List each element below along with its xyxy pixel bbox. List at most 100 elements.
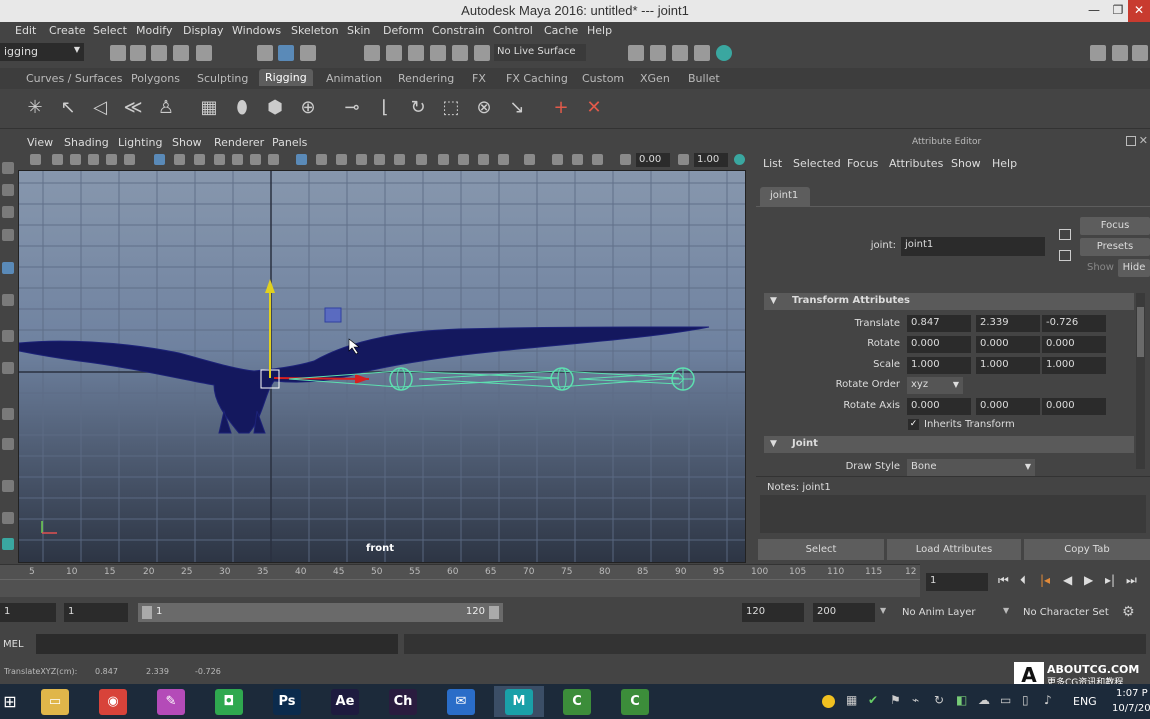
orient-constraint-icon[interactable]: ↻ <box>407 97 429 119</box>
play-forwards-icon[interactable]: ▶ <box>1084 573 1093 587</box>
tab-custom[interactable]: Custom <box>582 72 624 85</box>
hypershade-icon[interactable] <box>716 45 732 61</box>
menu-skin[interactable]: Skin <box>347 24 370 37</box>
preferences-icon[interactable]: ⚙ <box>1122 604 1135 620</box>
persp-outliner-icon[interactable] <box>2 438 14 450</box>
select-component-icon[interactable] <box>300 45 316 61</box>
range-bar[interactable]: 1 120 <box>138 603 503 622</box>
menu-create[interactable]: Create <box>49 24 86 37</box>
xray-joints-icon[interactable] <box>592 154 603 165</box>
screen-space-ao-icon[interactable] <box>438 154 449 165</box>
new-scene-icon[interactable] <box>110 45 126 61</box>
tab-bullet[interactable]: Bullet <box>688 72 720 85</box>
scale-z-field[interactable]: 1.000 <box>1042 357 1106 374</box>
motion-blur-icon[interactable] <box>458 154 469 165</box>
ae-menu-focus[interactable]: Focus <box>847 157 878 170</box>
lattice-icon[interactable]: ⬢ <box>264 97 286 119</box>
ae-menu-selected[interactable]: Selected <box>793 157 841 170</box>
lights-icon[interactable] <box>394 154 405 165</box>
tab-sculpting[interactable]: Sculpting <box>197 72 248 85</box>
menu-constrain[interactable]: Constrain <box>432 24 485 37</box>
paint-select-icon[interactable] <box>2 206 14 218</box>
snap-view-icon[interactable] <box>430 45 446 61</box>
menu-control[interactable]: Control <box>493 24 533 37</box>
ae-menu-list[interactable]: List <box>763 157 782 170</box>
load-attributes-button[interactable]: Load Attributes <box>887 539 1021 560</box>
select-tool-icon[interactable] <box>2 162 14 174</box>
translate-x-field[interactable]: 0.847 <box>907 315 971 332</box>
taskbar-app-maya[interactable]: M <box>494 686 544 717</box>
render-frame-icon[interactable] <box>650 45 666 61</box>
dope-sheet-icon[interactable] <box>2 512 14 524</box>
snap-grid-icon[interactable] <box>364 45 380 61</box>
resolution-gate-icon[interactable] <box>194 154 205 165</box>
ae-menu-help[interactable]: Help <box>992 157 1017 170</box>
float-panel-icon[interactable] <box>1126 136 1136 146</box>
menu-help[interactable]: Help <box>587 24 612 37</box>
rotate-tool-icon[interactable] <box>2 262 14 274</box>
taskbar-app-paint-app[interactable]: ✎ <box>146 686 196 717</box>
close-panel-icon[interactable]: ✕ <box>1139 134 1148 147</box>
tray-app-icon[interactable] <box>822 695 835 708</box>
rotate-order-dropdown[interactable]: xyz ▼ <box>907 377 963 394</box>
grid-toggle-icon[interactable] <box>154 154 165 165</box>
camera-select-icon[interactable] <box>30 154 41 165</box>
copy-tab-button[interactable]: Copy Tab <box>1024 539 1150 560</box>
scale-constraint-icon[interactable]: ⬚ <box>440 97 462 119</box>
wireframe-icon[interactable] <box>296 154 307 165</box>
tray-icon[interactable]: ✔ <box>868 693 878 707</box>
clock-time[interactable]: 1:07 P <box>1116 688 1148 699</box>
vp-menu-show[interactable]: Show <box>172 136 202 149</box>
taskbar-app-chrome[interactable]: ◉ <box>88 686 138 717</box>
four-view-icon[interactable] <box>2 408 14 420</box>
menu-skeleton[interactable]: Skeleton <box>291 24 339 37</box>
flag-icon[interactable]: ⚑ <box>890 693 901 707</box>
pole-vector-icon[interactable]: ↘ <box>506 97 528 119</box>
range-end-field[interactable]: 120 <box>742 603 804 622</box>
gate-mask-icon[interactable] <box>214 154 225 165</box>
anti-aliasing-icon[interactable] <box>478 154 489 165</box>
menu-cache[interactable]: Cache <box>544 24 578 37</box>
menu-select[interactable]: Select <box>93 24 127 37</box>
open-scene-icon[interactable] <box>130 45 146 61</box>
input-connections-icon[interactable] <box>1059 229 1071 240</box>
wireframe-on-shaded-icon[interactable] <box>336 154 347 165</box>
translate-y-field[interactable]: 2.339 <box>976 315 1040 332</box>
rotate-axis-z-field[interactable]: 0.000 <box>1042 398 1106 415</box>
make-live-icon[interactable] <box>474 45 490 61</box>
safe-title-icon[interactable] <box>268 154 279 165</box>
field-chart-icon[interactable] <box>232 154 243 165</box>
mel-label[interactable]: MEL <box>3 639 24 650</box>
taskbar-app-photoshop[interactable]: Ps <box>262 686 312 717</box>
cluster-icon[interactable]: ⊕ <box>297 97 319 119</box>
tray-icon[interactable]: ▦ <box>846 693 857 707</box>
bind-skin-icon[interactable]: ▦ <box>198 97 220 119</box>
ik-spline-icon[interactable]: ◁ <box>89 97 111 119</box>
tab-xgen[interactable]: XGen <box>640 72 670 85</box>
tab-fx[interactable]: FX <box>472 72 486 85</box>
hypershade-small-icon[interactable] <box>2 538 14 550</box>
tab-fx-caching[interactable]: FX Caching <box>506 72 568 85</box>
taskbar-app-after-effects[interactable]: Ae <box>320 686 370 717</box>
clock-date[interactable]: 10/7/20 <box>1112 703 1150 714</box>
point-constraint-icon[interactable]: ⊸ <box>341 97 363 119</box>
chevron-down-icon[interactable]: ▼ <box>1003 606 1009 615</box>
current-frame-field[interactable]: 1 <box>926 573 988 591</box>
rotate-axis-x-field[interactable]: 0.000 <box>907 398 971 415</box>
redo-icon[interactable] <box>196 45 212 61</box>
image-plane-icon[interactable] <box>88 154 99 165</box>
step-back-frame-icon[interactable]: ⏴ <box>1020 573 1026 588</box>
exposure-field[interactable]: 0.00 <box>636 153 670 167</box>
taskbar-app-media-app[interactable]: ◘ <box>204 686 254 717</box>
cv-curve-icon[interactable]: ✕ <box>583 97 605 119</box>
vp-menu-renderer[interactable]: Renderer <box>214 136 264 149</box>
locator-icon[interactable]: + <box>550 97 572 119</box>
lasso-tool-icon[interactable] <box>2 184 14 196</box>
humanik-icon[interactable]: ♙ <box>155 97 177 119</box>
xray-active-icon[interactable] <box>572 154 583 165</box>
vp-menu-shading[interactable]: Shading <box>64 136 109 149</box>
menu-windows[interactable]: Windows <box>232 24 281 37</box>
sync-icon[interactable]: ↻ <box>934 693 944 707</box>
anim-layer-dropdown[interactable]: No Anim Layer <box>902 607 976 618</box>
hide-button[interactable]: Hide <box>1118 259 1150 277</box>
